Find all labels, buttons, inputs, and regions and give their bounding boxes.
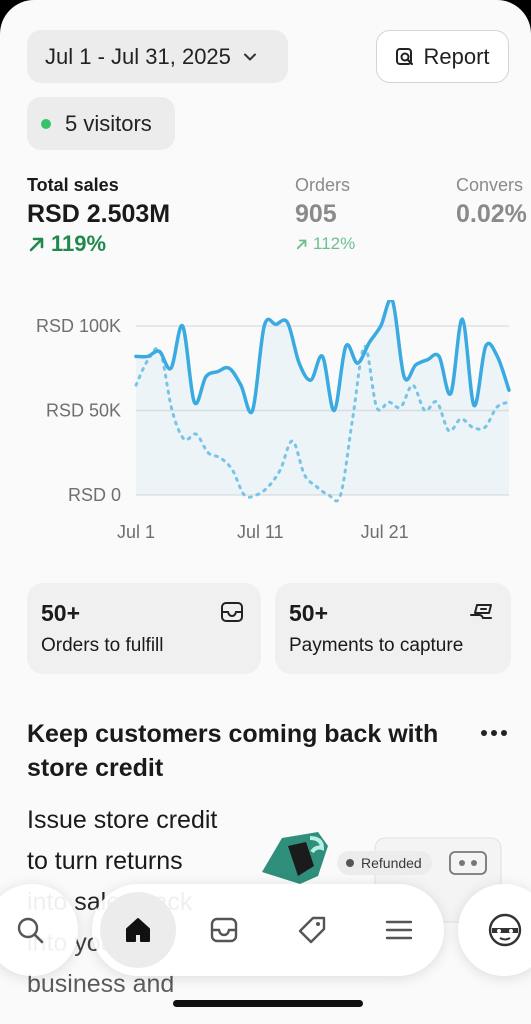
inbox-icon[interactable] (209, 915, 239, 945)
report-label: Report (423, 43, 490, 69)
metric-conversion[interactable]: Convers 0.02% (456, 174, 527, 230)
live-dot-icon (41, 118, 51, 129)
refunded-badge: Refunded (337, 851, 432, 875)
report-search-icon (396, 47, 414, 65)
live-visitors-pill[interactable]: 5 visitors (27, 97, 175, 150)
home-indicator (173, 1000, 363, 1007)
orders-to-fulfill-card[interactable]: 50+ Orders to fulfill (27, 583, 261, 674)
x-tick-label: Jul 1 (117, 522, 155, 542)
promo-title: Keep customers coming back with store cr… (27, 720, 439, 782)
arrow-up-right-icon (296, 239, 307, 250)
card-number: 50+ (41, 600, 81, 626)
metric-orders[interactable]: Orders 905 112% (295, 174, 355, 258)
x-tick-label: Jul 11 (237, 522, 284, 542)
metric-change-value: 112% (313, 234, 356, 253)
tag-icon[interactable] (297, 915, 327, 945)
more-options-icon[interactable] (479, 724, 509, 742)
card-label: Orders to fulfill (41, 635, 164, 656)
arrow-up-right-icon (29, 237, 44, 252)
metric-change: 119% (27, 230, 170, 258)
y-tick-label: RSD 50K (46, 401, 121, 421)
inbox-icon (221, 602, 243, 622)
visitors-label: 5 visitors (65, 110, 152, 136)
metric-change-value: 119% (51, 231, 107, 256)
metric-label: Orders (295, 175, 351, 195)
metric-total-sales[interactable]: Total sales RSD 2.503M 119% (27, 174, 170, 258)
metric-change: 112% (295, 230, 355, 258)
screen: Jul 1 - Jul 31, 2025 Report 5 visitors T… (0, 0, 531, 1024)
payments-to-capture-card[interactable]: 50+ Payments to capture (275, 583, 511, 674)
avatar-icon[interactable] (488, 913, 522, 947)
report-button[interactable]: Report (376, 30, 509, 83)
card-number: 50+ (289, 600, 329, 626)
cash-hand-icon (470, 604, 492, 619)
search-icon[interactable] (15, 915, 45, 945)
metric-value: RSD 2.503M (27, 200, 171, 228)
x-tick-label: Jul 21 (361, 522, 409, 542)
y-tick-label: RSD 100K (36, 316, 121, 336)
metric-label: Total sales (27, 175, 119, 195)
metric-value: 905 (295, 200, 337, 228)
home-icon[interactable] (123, 915, 153, 945)
date-range-picker[interactable]: Jul 1 - Jul 31, 2025 (27, 30, 288, 83)
sales-line-chart[interactable]: RSD 0 RSD 50K RSD 100K Jul 1 Jul 11 Jul 21 (0, 300, 531, 560)
menu-icon[interactable] (384, 915, 414, 945)
card-label: Payments to capture (289, 635, 464, 656)
y-tick-label: RSD 0 (68, 485, 121, 505)
chevron-down-icon (243, 53, 256, 60)
metric-value: 0.02% (456, 200, 527, 228)
date-range-label: Jul 1 - Jul 31, 2025 (45, 43, 231, 69)
metric-label: Convers (456, 175, 524, 195)
